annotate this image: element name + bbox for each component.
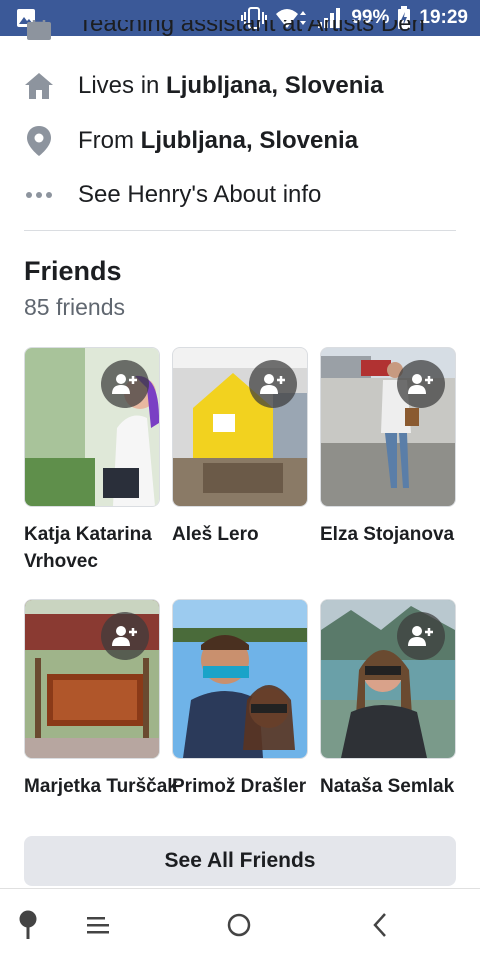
add-friend-button[interactable] (249, 360, 297, 408)
friend-photo[interactable] (172, 599, 308, 759)
about-row-from[interactable]: From Ljubljana, Slovenia (0, 121, 480, 161)
lives-place: Ljubljana, Slovenia (166, 72, 384, 99)
more-dots-icon (24, 180, 54, 210)
add-friend-button[interactable] (397, 612, 445, 660)
lives-prefix: Lives in (78, 72, 167, 99)
friend-card[interactable]: Marjetka Turščak (24, 599, 178, 800)
menu-icon[interactable] (78, 909, 118, 941)
add-friend-button[interactable] (101, 360, 149, 408)
friend-card[interactable]: Elza Stojanova (320, 347, 456, 548)
add-friend-button[interactable] (101, 612, 149, 660)
see-about-info-link[interactable]: See Henry's About info (0, 175, 480, 215)
from-place: Ljubljana, Slovenia (140, 127, 359, 154)
divider (24, 230, 456, 231)
briefcase-icon (24, 20, 54, 44)
from-prefix: From (78, 127, 141, 154)
add-friend-icon (260, 374, 285, 394)
friend-name[interactable]: Primož Drašler (172, 773, 308, 800)
friends-count: 85 friends (24, 294, 126, 320)
friend-card[interactable]: Katja Katarina Vrhovec (24, 347, 160, 575)
location-pin-icon (24, 126, 54, 156)
friend-name[interactable]: Nataša Semlak (320, 773, 456, 800)
about-row-lives[interactable]: Lives in Ljubljana, Slovenia (0, 66, 480, 106)
see-all-friends-button[interactable]: See All Friends (24, 836, 456, 886)
system-nav-bar (0, 888, 480, 961)
friends-heading: Friends (24, 256, 122, 286)
friend-name[interactable]: Elza Stojanova (320, 521, 456, 548)
add-friend-icon (112, 626, 137, 646)
friend-name[interactable]: Aleš Lero (172, 521, 308, 548)
friend-photo[interactable] (320, 347, 456, 507)
add-friend-button[interactable] (397, 360, 445, 408)
friend-photo[interactable] (172, 347, 308, 507)
friend-photo[interactable] (24, 599, 160, 759)
friend-card[interactable]: Primož Drašler (172, 599, 308, 800)
work-text: Teaching assistant at Artists Den (78, 20, 425, 37)
add-friend-icon (112, 374, 137, 394)
home-icon (24, 71, 54, 101)
friend-photo[interactable] (320, 599, 456, 759)
about-row-work[interactable]: Teaching assistant at Artists Den (0, 20, 480, 48)
friend-card[interactable]: Nataša Semlak (320, 599, 456, 800)
friend-name[interactable]: Katja Katarina Vrhovec (24, 521, 160, 575)
see-about-label: See Henry's About info (78, 181, 322, 208)
friend-card[interactable]: Aleš Lero (172, 347, 308, 548)
back-icon[interactable] (360, 909, 400, 941)
pin-icon[interactable] (8, 909, 48, 941)
add-friend-icon (408, 626, 433, 646)
home-button-icon[interactable] (219, 909, 259, 941)
friend-name[interactable]: Marjetka Turščak (24, 773, 178, 800)
add-friend-icon (408, 374, 433, 394)
friend-photo[interactable] (24, 347, 160, 507)
